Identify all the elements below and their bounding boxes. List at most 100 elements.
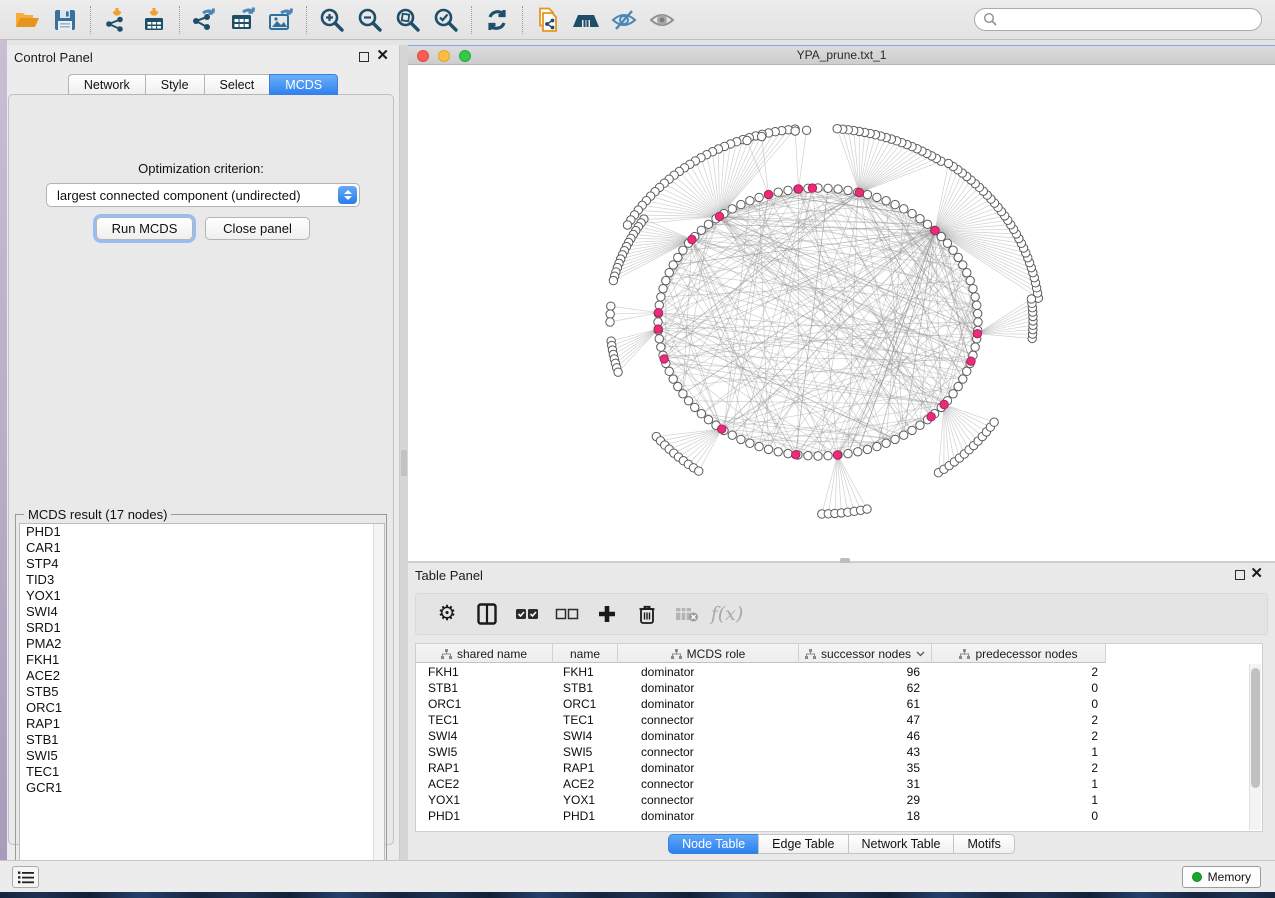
cell-mcds_role[interactable]: dominator [618,664,799,680]
mcds-result-item[interactable]: GCR1 [20,780,384,796]
cell-shared_name[interactable]: FKH1 [416,664,553,680]
cell-shared_name[interactable]: STB1 [416,680,553,696]
delete-table-icon[interactable] [674,601,700,627]
cell-name[interactable]: SWI5 [553,744,618,760]
cell-mcds_role[interactable]: connector [618,744,799,760]
table-row[interactable]: TEC1TEC1connector472 [416,712,1106,728]
cell-shared_name[interactable]: ACE2 [416,776,553,792]
column-header-name[interactable]: name [553,644,618,663]
optimization-criterion-dropdown[interactable]: largest connected component (undirected) [46,183,360,207]
mcds-result-item[interactable]: SWI4 [20,604,384,620]
column-header-shared-name[interactable]: shared name [416,644,553,663]
cell-mcds_role[interactable]: dominator [618,728,799,744]
mcds-result-item[interactable]: PMA2 [20,636,384,652]
function-builder-icon[interactable]: f(x) [714,601,740,627]
cell-successor_nodes[interactable]: 96 [799,664,932,680]
table-row[interactable]: RAP1RAP1dominator352 [416,760,1106,776]
mcds-result-item[interactable]: TEC1 [20,764,384,780]
cell-name[interactable]: ACE2 [553,776,618,792]
import-table-icon[interactable] [135,4,173,36]
mcds-result-item[interactable]: ORC1 [20,700,384,716]
table-row[interactable]: ORC1ORC1dominator610 [416,696,1106,712]
select-all-icon[interactable] [514,601,540,627]
node-table[interactable]: shared namenameMCDS rolesuccessor nodesp… [415,643,1263,832]
zoom-fit-icon[interactable] [389,4,427,36]
open-file-icon[interactable] [8,4,46,36]
delete-column-icon[interactable] [634,601,660,627]
cell-name[interactable]: RAP1 [553,760,618,776]
cell-successor_nodes[interactable]: 62 [799,680,932,696]
mcds-result-item[interactable]: RAP1 [20,716,384,732]
cell-predecessor_nodes[interactable]: 0 [932,808,1106,824]
tab-network-table[interactable]: Network Table [848,834,954,854]
cell-name[interactable]: ORC1 [553,696,618,712]
table-row[interactable]: STB1STB1dominator620 [416,680,1106,696]
zoom-in-icon[interactable] [313,4,351,36]
cell-shared_name[interactable]: TEC1 [416,712,553,728]
cell-predecessor_nodes[interactable]: 2 [932,712,1106,728]
cell-name[interactable]: FKH1 [553,664,618,680]
cell-successor_nodes[interactable]: 43 [799,744,932,760]
cell-successor_nodes[interactable]: 35 [799,760,932,776]
cell-successor_nodes[interactable]: 46 [799,728,932,744]
cell-predecessor_nodes[interactable]: 1 [932,792,1106,808]
mcds-result-item[interactable]: YOX1 [20,588,384,604]
cell-predecessor_nodes[interactable]: 1 [932,744,1106,760]
cell-mcds_role[interactable]: dominator [618,808,799,824]
cell-mcds_role[interactable]: dominator [618,760,799,776]
table-scrollbar[interactable] [1249,664,1261,830]
deselect-all-icon[interactable] [554,601,580,627]
table-row[interactable]: PHD1PHD1dominator180 [416,808,1106,824]
mcds-result-item[interactable]: TID3 [20,572,384,588]
tab-node-table[interactable]: Node Table [668,834,758,854]
cell-mcds_role[interactable]: connector [618,776,799,792]
export-table-icon[interactable] [224,4,262,36]
tab-motifs[interactable]: Motifs [953,834,1014,854]
show-all-icon[interactable] [643,4,681,36]
splitter-handle[interactable] [401,450,407,476]
first-neighbors-icon[interactable] [567,4,605,36]
close-table-panel-icon[interactable]: ✕ [1250,566,1263,582]
mcds-result-item[interactable]: STB5 [20,684,384,700]
tab-edge-table[interactable]: Edge Table [758,834,847,854]
mcds-result-item[interactable]: ACE2 [20,668,384,684]
cell-mcds_role[interactable]: connector [618,712,799,728]
cell-successor_nodes[interactable]: 61 [799,696,932,712]
cell-predecessor_nodes[interactable]: 1 [932,776,1106,792]
table-row[interactable]: ACE2ACE2connector311 [416,776,1106,792]
cell-name[interactable]: SWI4 [553,728,618,744]
table-row[interactable]: SWI5SWI5connector431 [416,744,1106,760]
zoom-selected-icon[interactable] [427,4,465,36]
cell-shared_name[interactable]: SWI4 [416,728,553,744]
cell-shared_name[interactable]: YOX1 [416,792,553,808]
column-header-predecessor-nodes[interactable]: predecessor nodes [932,644,1106,663]
import-network-icon[interactable] [97,4,135,36]
cell-name[interactable]: TEC1 [553,712,618,728]
save-session-icon[interactable] [46,4,84,36]
network-graph[interactable] [408,65,1275,562]
close-mcds-panel-button[interactable]: Close panel [205,217,310,240]
cell-shared_name[interactable]: PHD1 [416,808,553,824]
table-row[interactable]: SWI4SWI4dominator462 [416,728,1106,744]
refresh-icon[interactable] [478,4,516,36]
run-mcds-button[interactable]: Run MCDS [96,217,193,240]
column-header-MCDS-role[interactable]: MCDS role [618,644,799,663]
cell-name[interactable]: STB1 [553,680,618,696]
cell-predecessor_nodes[interactable]: 2 [932,728,1106,744]
tab-network[interactable]: Network [68,74,145,95]
cell-shared_name[interactable]: RAP1 [416,760,553,776]
cell-predecessor_nodes[interactable]: 0 [932,680,1106,696]
mcds-result-item[interactable]: STP4 [20,556,384,572]
add-column-icon[interactable] [594,601,620,627]
memory-button[interactable]: Memory [1182,866,1261,888]
tab-mcds[interactable]: MCDS [269,74,338,95]
cell-predecessor_nodes[interactable]: 0 [932,696,1106,712]
cell-mcds_role[interactable]: connector [618,792,799,808]
hide-selection-icon[interactable] [605,4,643,36]
new-network-from-selection-icon[interactable] [529,4,567,36]
zoom-out-icon[interactable] [351,4,389,36]
cell-mcds_role[interactable]: dominator [618,680,799,696]
vertical-splitter[interactable] [400,45,408,860]
table-scrollbar-thumb[interactable] [1251,668,1260,788]
mcds-result-item[interactable]: SWI5 [20,748,384,764]
